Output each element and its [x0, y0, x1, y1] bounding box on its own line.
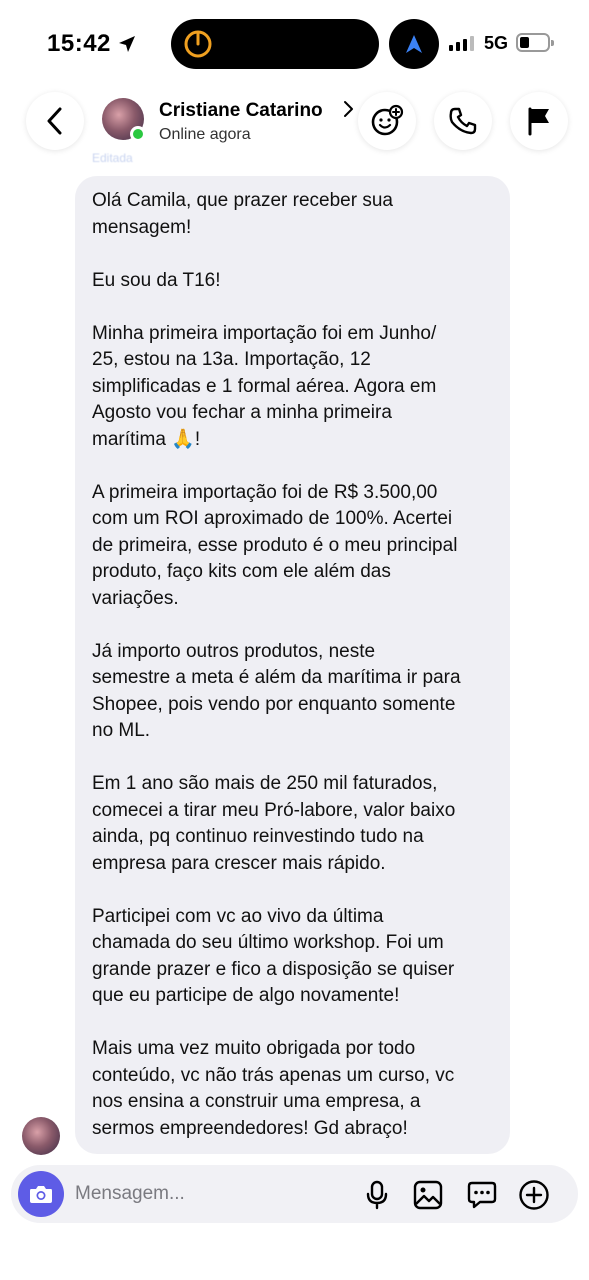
camera-icon: [30, 1186, 52, 1203]
status-bar: 15:42 5G: [0, 0, 589, 86]
chat-header: Cristiane Catarino Online agora: [0, 86, 589, 166]
message-input[interactable]: [75, 1181, 355, 1207]
edited-label: Editada: [92, 151, 133, 165]
flag-icon: [528, 107, 549, 136]
contact-name[interactable]: Cristiane Catarino: [159, 100, 323, 122]
message-paragraph: A primeira importação foi de R$ 3.500,00…: [92, 481, 458, 609]
back-button[interactable]: [26, 92, 84, 150]
signal-bars-icon: [449, 35, 474, 51]
chevron-right-icon[interactable]: [342, 100, 354, 123]
navigation-indicator: [389, 19, 439, 69]
location-arrow-icon: [118, 36, 135, 52]
message-paragraph: Em 1 ano são mais de 250 mil faturados, …: [92, 773, 456, 874]
message-paragraph: Olá Camila, que prazer receber sua mensa…: [92, 190, 393, 238]
camera-button[interactable]: [18, 1171, 64, 1217]
microphone-icon[interactable]: [361, 1179, 393, 1211]
network-type: 5G: [484, 33, 509, 53]
navigation-arrow-icon: [406, 35, 422, 53]
battery-icon: [516, 33, 554, 52]
sticker-button[interactable]: [358, 92, 416, 150]
status-time-text: 15:42: [47, 30, 111, 57]
message-paragraph: Já importo outros produtos, neste semest…: [92, 640, 461, 742]
phone-icon: [449, 107, 477, 135]
dynamic-island: [171, 19, 379, 69]
call-button[interactable]: [434, 92, 492, 150]
gallery-icon[interactable]: [412, 1179, 444, 1211]
timer-icon: [184, 30, 212, 58]
message-paragraph: Mais uma vez muito obrigada por todo con…: [92, 1038, 455, 1139]
sticker-add-icon: [371, 104, 404, 136]
message-paragraph: Participei com vc ao vivo da última cham…: [92, 905, 455, 1007]
report-button[interactable]: [510, 92, 568, 150]
message-bubble[interactable]: Olá Camila, que prazer receber sua mensa…: [75, 176, 510, 1154]
chat-bubble-icon[interactable]: [466, 1179, 498, 1211]
add-icon[interactable]: [518, 1179, 550, 1211]
chevron-left-icon: [47, 107, 62, 135]
status-time: 15:42: [47, 30, 137, 58]
message-composer: [11, 1165, 578, 1223]
sender-avatar[interactable]: [22, 1117, 60, 1155]
message-paragraph: Minha primeira importação foi em Junho/ …: [92, 322, 437, 450]
message-paragraph: Eu sou da T16!: [92, 269, 221, 291]
online-status-dot: [130, 126, 146, 142]
contact-status: Online agora: [159, 126, 251, 143]
